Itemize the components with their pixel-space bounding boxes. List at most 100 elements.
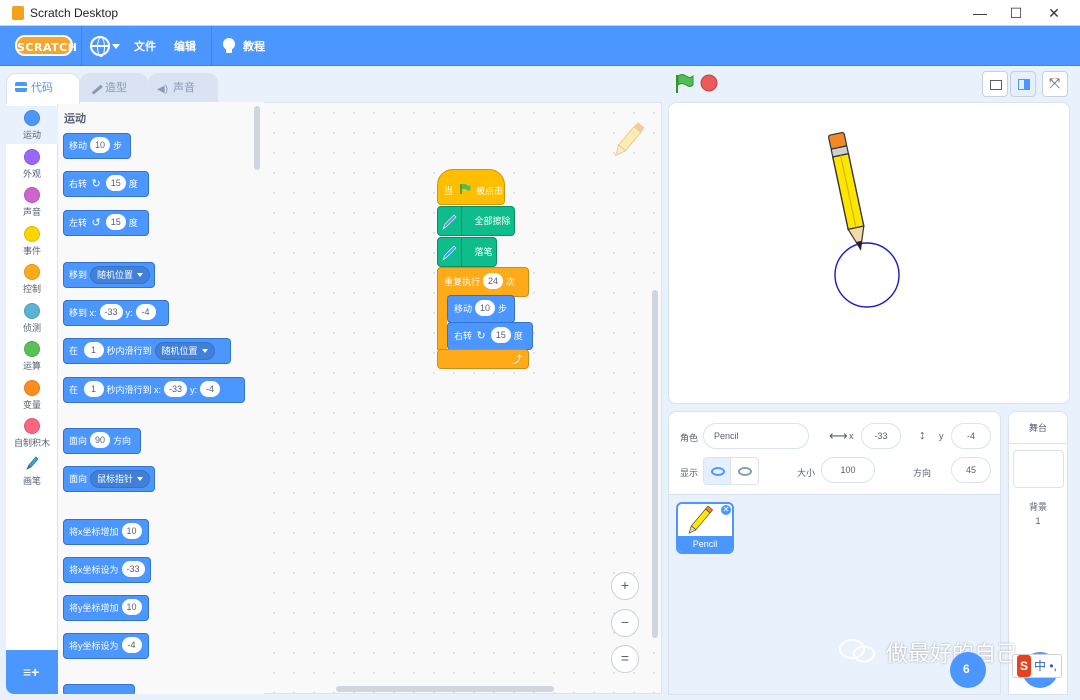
y-position-input[interactable]: -4	[951, 423, 991, 449]
stage-canvas	[827, 131, 900, 308]
stage[interactable]	[668, 102, 1070, 404]
small-stage-icon	[990, 80, 1002, 90]
block-goto[interactable]: 移到 随机位置	[63, 262, 155, 288]
backdrops-label: 背景	[1028, 502, 1047, 512]
category-my-blocks[interactable]: 自制积木	[6, 414, 58, 452]
menu-file[interactable]: 文件	[134, 38, 156, 54]
script-move-steps[interactable]: 移动 10 步	[447, 295, 515, 323]
green-flag-button[interactable]	[672, 71, 698, 97]
sprite-label: 角色	[680, 433, 699, 443]
small-stage-button[interactable]	[982, 71, 1008, 97]
category-pen[interactable]: 画笔	[6, 452, 58, 490]
menu-divider	[211, 26, 212, 66]
block-turn-right[interactable]: 右转 ↻ 15 度	[63, 171, 149, 197]
tab-sounds[interactable]: ◀) 声音	[148, 73, 218, 103]
sound-dot-icon	[24, 187, 40, 203]
delete-sprite-button[interactable]: ✕	[720, 504, 732, 516]
block-change-x[interactable]: 将x坐标增加 10	[63, 519, 149, 545]
blocks-flyout: 运动 移动 10 步 右转 ↻ 15 度 左转 ↺ 15 度 移到 随机位置 移到 x: -33…	[58, 102, 264, 694]
category-sensing[interactable]: 侦测	[6, 299, 58, 337]
block-change-y[interactable]: 将y坐标增加 10	[63, 595, 149, 621]
variables-dot-icon	[24, 380, 40, 396]
repeat-block[interactable]: 重复执行 24 次	[437, 267, 529, 297]
stop-button[interactable]	[698, 71, 724, 97]
workspace-vertical-scrollbar[interactable]	[652, 290, 658, 638]
size-input[interactable]: 100	[821, 457, 875, 483]
fullscreen-button[interactable]: ⤧	[1042, 71, 1068, 97]
pen-block-icon	[438, 207, 462, 235]
zoom-reset-button[interactable]: =	[611, 645, 639, 673]
x-position-input[interactable]: -33	[861, 423, 901, 449]
zoom-out-icon: −	[620, 614, 630, 630]
eye-icon	[711, 467, 725, 476]
tab-code[interactable]: 代码	[6, 73, 80, 104]
block-turn-left[interactable]: 左转 ↺ 15 度	[63, 210, 149, 236]
fullscreen-icon: ⤧	[1049, 75, 1061, 91]
event-when-flag-clicked[interactable]: 当 被点击	[437, 169, 505, 205]
control-dot-icon	[24, 264, 40, 280]
block-glide[interactable]: 在 1 秒内滑行到 随机位置	[63, 338, 231, 364]
add-sprite-button[interactable]: 6	[950, 652, 986, 688]
zoom-in-icon: +	[620, 577, 630, 593]
block-glide-xy[interactable]: 在 1 秒内滑行到 x: -33 y: -4	[63, 377, 245, 403]
category-sound[interactable]: 声音	[6, 183, 58, 221]
menu-edit[interactable]: 编辑	[174, 38, 196, 54]
rotate-left-icon: ↺	[91, 217, 101, 229]
repeat-block-arm	[437, 294, 447, 350]
zoom-reset-icon: =	[620, 650, 630, 666]
category-operators[interactable]: 运算	[6, 337, 58, 375]
sprite-name-input[interactable]: Pencil	[703, 423, 809, 449]
workspace-horizontal-scrollbar[interactable]	[336, 686, 554, 692]
tab-costumes[interactable]: 造型	[80, 73, 148, 103]
category-variables[interactable]: 变量	[6, 376, 58, 414]
block-move-steps[interactable]: 移动 10 步	[63, 133, 131, 159]
block-partial[interactable]	[63, 684, 135, 694]
block-goto-xy[interactable]: 移到 x: -33 y: -4	[63, 300, 169, 326]
pencil-sprite	[827, 131, 865, 251]
show-label: 显示	[680, 468, 699, 478]
menu-tutorials[interactable]: 教程	[243, 38, 265, 54]
direction-input[interactable]: 45	[951, 457, 991, 483]
zoom-out-button[interactable]: −	[611, 609, 639, 637]
green-flag-icon	[459, 183, 471, 194]
sprite-thumb-name: Pencil	[678, 536, 732, 552]
scratch-logo[interactable]: SCRATCH	[15, 35, 77, 56]
normal-stage-button[interactable]	[1010, 71, 1036, 97]
brush-icon	[87, 79, 103, 95]
category-events[interactable]: 事件	[6, 222, 58, 260]
looks-dot-icon	[24, 149, 40, 165]
zoom-in-button[interactable]: +	[611, 572, 639, 600]
pen-block-icon	[438, 238, 462, 266]
pen-icon	[26, 456, 39, 470]
pen-erase-all-block[interactable]: 全部擦除	[437, 206, 515, 236]
direction-label: 方向	[913, 468, 932, 478]
stage-selector-title: 舞台	[1009, 412, 1067, 444]
minimize-button[interactable]: —	[962, 2, 998, 24]
category-looks[interactable]: 外观	[6, 145, 58, 183]
flyout-scrollbar[interactable]	[254, 106, 260, 170]
category-control[interactable]: 控制	[6, 260, 58, 298]
tab-code-label: 代码	[31, 82, 53, 94]
script-turn-right[interactable]: 右转 ↻ 15 度	[447, 322, 533, 350]
pen-down-block[interactable]: 落笔	[437, 237, 497, 267]
x-position-icon: ⟷	[829, 428, 848, 443]
block-point-towards[interactable]: 面向 鼠标指针	[63, 466, 155, 492]
show-sprite-button[interactable]	[703, 457, 731, 485]
hide-sprite-button[interactable]	[731, 457, 759, 485]
stage-thumbnail[interactable]	[1013, 450, 1064, 488]
language-globe-icon[interactable]	[90, 36, 110, 57]
my-blocks-dot-icon	[24, 418, 40, 434]
maximize-button[interactable]: ☐	[998, 2, 1034, 24]
block-set-x[interactable]: 将x坐标设为 -33	[63, 557, 151, 583]
rotate-right-icon: ↻	[476, 330, 486, 342]
close-button[interactable]: ✕	[1036, 2, 1072, 24]
category-motion[interactable]: 运动	[6, 106, 58, 144]
drawn-circle	[834, 242, 900, 308]
x-label: x	[849, 431, 854, 441]
ime-toolbar[interactable]: S中 •,	[1012, 654, 1062, 678]
block-point-direction[interactable]: 面向 90 方向	[63, 428, 141, 454]
block-set-y[interactable]: 将y坐标设为 -4	[63, 633, 149, 659]
menu-divider	[81, 26, 82, 66]
operators-dot-icon	[24, 341, 40, 357]
add-extension-button[interactable]: ≡+	[6, 650, 58, 694]
